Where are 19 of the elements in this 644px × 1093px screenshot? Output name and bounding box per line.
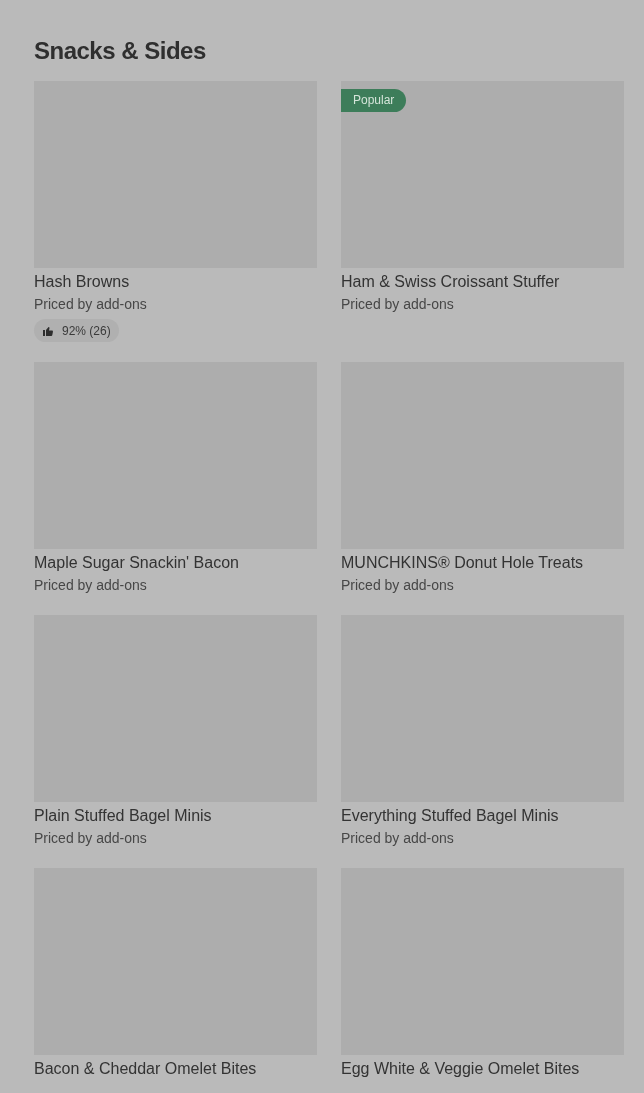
item-name[interactable]: Ham & Swiss Croissant Stuffer	[341, 271, 624, 293]
item-price: Priced by add-ons	[341, 576, 455, 595]
item-name[interactable]: Everything Stuffed Bagel Minis	[341, 805, 624, 827]
item-name[interactable]: Egg White & Veggie Omelet Bites	[341, 1058, 624, 1080]
item-price: Priced by add-ons	[34, 829, 148, 848]
image-placeholder[interactable]: Popular	[341, 81, 624, 268]
popular-tag: Popular	[341, 89, 407, 112]
rating-text: 92% (26)	[62, 322, 111, 340]
item-price: Priced by add-ons	[341, 829, 455, 848]
section-title: Snacks & Sides	[34, 36, 207, 66]
item-price: Priced by add-ons	[34, 295, 148, 314]
item-name[interactable]: Maple Sugar Snackin' Bacon	[34, 552, 317, 574]
thumbs-up-icon	[42, 324, 54, 337]
item-price: Priced by add-ons	[34, 576, 148, 595]
item-name[interactable]: MUNCHKINS® Donut Hole Treats	[341, 552, 624, 574]
item-price: Priced by add-ons	[341, 295, 455, 314]
item-name[interactable]: Hash Browns	[34, 271, 317, 293]
item-name[interactable]: Plain Stuffed Bagel Minis	[34, 805, 317, 827]
item-name[interactable]: Bacon & Cheddar Omelet Bites	[34, 1058, 317, 1080]
